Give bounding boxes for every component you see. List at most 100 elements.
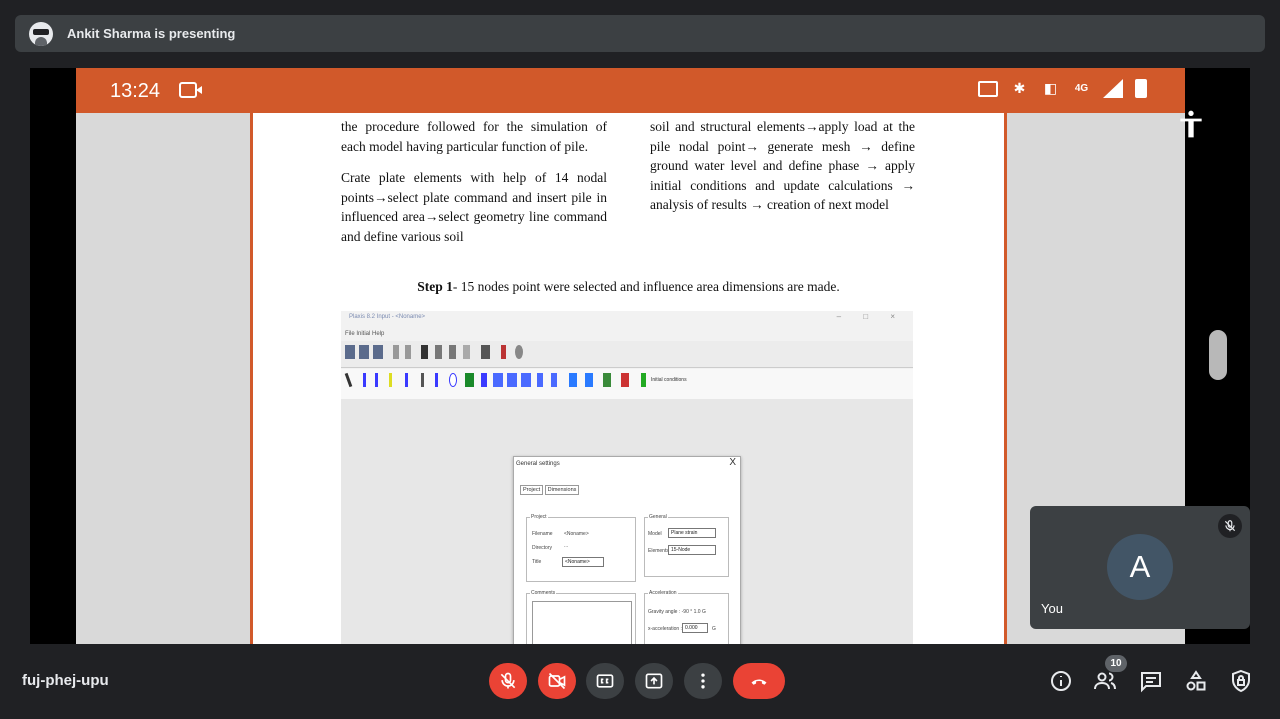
text-column-right: soil and structural elements→apply load … <box>650 117 915 227</box>
toolbar-icon <box>393 345 399 359</box>
leave-call-button[interactable] <box>733 663 785 699</box>
step-text: - 15 nodes point were selected and influ… <box>452 279 840 294</box>
toolbar-icon <box>481 373 487 387</box>
present-button[interactable] <box>635 663 673 699</box>
embedded-window-controls: – □ × <box>836 312 905 321</box>
toolbar-icon <box>389 373 392 387</box>
battery-icon <box>1135 79 1147 98</box>
embedded-menu: File Initial Help <box>345 331 385 337</box>
toolbar-icon <box>449 373 457 387</box>
self-video-tile: A You <box>1030 506 1250 629</box>
paragraph: soil and structural elements→apply load … <box>650 119 915 212</box>
muted-mic-icon <box>1218 514 1242 538</box>
status-time: 13:24 <box>110 80 161 102</box>
more-options-button[interactable] <box>684 663 722 699</box>
screen-record-icon <box>179 82 202 98</box>
mic-toggle-button[interactable] <box>489 663 527 699</box>
people-icon[interactable] <box>1093 669 1117 693</box>
toolbar-icon <box>521 373 531 387</box>
x-acceleration-label: x-acceleration : <box>648 626 682 632</box>
paragraph: the procedure followed for the simulatio… <box>341 119 607 154</box>
text-column-left: the procedure followed for the simulatio… <box>341 117 607 258</box>
model-label: Model <box>648 531 662 537</box>
activities-icon[interactable] <box>1184 669 1208 693</box>
title-label: Title <box>532 559 542 565</box>
chat-icon[interactable] <box>1139 669 1163 693</box>
meeting-code: fuj-phej-upu <box>22 672 109 689</box>
meeting-details-icon[interactable] <box>1049 669 1073 693</box>
toolbar-icon <box>421 373 424 387</box>
step-label: Step 1 <box>417 279 453 294</box>
toolbar-icon <box>481 345 490 359</box>
gravity-row: Gravity angle : -90 ° 1.0 G <box>648 609 706 615</box>
host-controls-icon[interactable] <box>1229 669 1253 693</box>
hang-up-icon <box>751 679 767 685</box>
bluetooth-icon: ✱ <box>1013 80 1026 96</box>
toolbar-icon <box>621 373 629 387</box>
presenter-avatar <box>29 21 53 46</box>
toolbar-icon <box>345 345 355 359</box>
toolbar-icon <box>603 373 611 387</box>
mic-off-icon <box>500 672 516 689</box>
camera-off-icon <box>548 672 566 690</box>
group-label: General <box>648 514 668 520</box>
cast-icon <box>978 80 998 97</box>
embedded-window-title: Plaxis 8.2 Input - <Noname> <box>349 314 426 320</box>
participant-count-badge: 10 <box>1105 655 1127 672</box>
toolbar-icon <box>405 345 411 359</box>
toolbar-icon <box>449 345 456 359</box>
model-select: Plane strain <box>668 528 716 538</box>
comments-textarea <box>532 601 632 644</box>
camera-toggle-button[interactable] <box>538 663 576 699</box>
toolbar-icon <box>493 373 503 387</box>
general-settings-dialog: General settings X Project Dimensions Pr… <box>513 456 741 644</box>
filename-label: Filename <box>532 531 553 537</box>
group-label: Project <box>530 514 548 520</box>
toolbar-icon <box>585 373 593 387</box>
toolbar-icon <box>405 373 408 387</box>
elements-select: 15-Node <box>668 545 716 555</box>
toolbar-icon <box>344 372 353 388</box>
toolbar-icon <box>363 373 366 387</box>
step-caption: Step 1- 15 nodes point were selected and… <box>253 279 1004 295</box>
scroll-handle[interactable] <box>1209 330 1227 380</box>
toolbar-icon <box>373 345 383 359</box>
signal-icon <box>1103 79 1123 98</box>
embedded-toolbar-main <box>341 341 913 368</box>
presenter-text: Ankit Sharma is presenting <box>67 26 236 41</box>
acceleration-group: Acceleration <box>644 590 729 644</box>
elements-label: Elements <box>648 548 669 554</box>
dialog-tab-dimensions: Dimensions <box>544 485 580 495</box>
toolbar-icon <box>435 373 438 387</box>
captions-button[interactable] <box>586 663 624 699</box>
toolbar-icon <box>463 345 470 359</box>
group-label: Acceleration <box>648 590 678 596</box>
toolbar-icon <box>375 373 378 387</box>
toolbar-icon <box>501 345 506 359</box>
more-vert-icon <box>701 673 705 689</box>
embedded-screenshot: Plaxis 8.2 Input - <Noname> – □ × File I… <box>341 311 913 644</box>
x-acceleration-field: 0.000 <box>682 623 708 633</box>
toolbar-icon <box>515 345 523 359</box>
toolbar-icon <box>465 373 474 387</box>
phone-screen: 13:24 ✱ ◧ 4G the procedure followed for … <box>76 68 1185 644</box>
directory-value: ... <box>564 543 569 549</box>
directory-label: Directory <box>532 545 553 551</box>
paragraph: Crate plate elements with help of 14 nod… <box>341 170 607 244</box>
phone-status-bar: 13:24 ✱ ◧ 4G <box>76 68 1185 113</box>
toolbar-icon <box>569 373 577 387</box>
self-avatar: A <box>1107 534 1173 600</box>
toolbar-icon <box>551 373 557 387</box>
present-screen-icon <box>645 673 663 689</box>
x-acceleration-unit: G <box>712 626 716 632</box>
toolbar-icon <box>435 345 442 359</box>
toolbar-icon <box>507 373 517 387</box>
captions-icon <box>596 674 614 688</box>
title-field: <Noname> <box>562 557 604 567</box>
network-type-icon: 4G <box>1074 83 1089 94</box>
group-label: Comments <box>530 590 557 596</box>
presenter-banner: Ankit Sharma is presenting <box>15 15 1265 52</box>
accessibility-icon <box>1175 106 1207 142</box>
toolbar-icon <box>537 373 543 387</box>
toolbar-icon <box>641 373 646 387</box>
